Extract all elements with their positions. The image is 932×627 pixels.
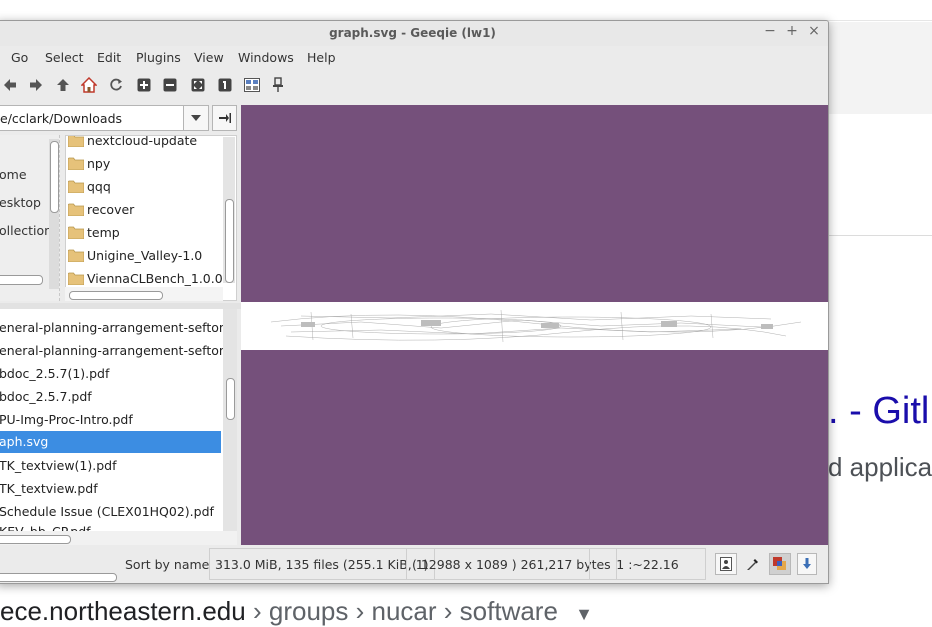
- file-item[interactable]: bdoc_2.5.7(1).pdf: [0, 363, 221, 385]
- folder-item[interactable]: nextcloud-update: [68, 135, 198, 150]
- menu-windows[interactable]: Windows: [238, 50, 294, 65]
- folder-item[interactable]: npy: [68, 153, 110, 173]
- url-menu-caret-icon[interactable]: ▼: [575, 604, 593, 624]
- file-item[interactable]: bdoc_2.5.7.pdf: [0, 386, 221, 408]
- title-bar[interactable]: graph.svg - Geeqie (lw1) − + ×: [0, 21, 828, 46]
- folder-item[interactable]: recover: [68, 199, 134, 219]
- folder-item[interactable]: Unigine_Valley-1.0: [68, 245, 202, 265]
- maximize-icon[interactable]: +: [783, 23, 801, 39]
- zoom-in-icon[interactable]: [135, 76, 153, 94]
- folder-name: recover: [87, 201, 135, 217]
- close-icon[interactable]: ×: [805, 23, 823, 39]
- path-combo[interactable]: e/cclark/Downloads: [0, 105, 209, 131]
- background-divider: [826, 20, 932, 21]
- folder-item[interactable]: qqq: [68, 176, 111, 196]
- folder-name: ViennaCLBench_1.0.0: [87, 270, 223, 286]
- zoom-1to1-icon[interactable]: [216, 76, 234, 94]
- sort-button[interactable]: Sort by name: [125, 548, 209, 580]
- folder-icon: [68, 136, 84, 147]
- download-icon[interactable]: [797, 553, 817, 575]
- file-item[interactable]: KEV_bb_CP.pdf: [0, 521, 221, 531]
- folder-name: qqq: [87, 178, 111, 194]
- folder-scroll-thumb[interactable]: [225, 199, 234, 283]
- toolbar: [0, 70, 828, 100]
- folder-icon: [68, 249, 84, 262]
- bookmarks-pane: ome esktop ollections: [0, 135, 60, 301]
- file-list: eneral-planning-arrangement-sefton-to-c …: [0, 309, 224, 531]
- exif-rotate-icon[interactable]: [715, 553, 737, 575]
- folder-hscroll-thumb[interactable]: [69, 291, 163, 300]
- status-totals: 313.0 MiB, 135 files (255.1 KiB, 1): [209, 548, 435, 580]
- goto-path-button[interactable]: [212, 105, 237, 131]
- folder-icon: [68, 180, 84, 193]
- refresh-icon[interactable]: [107, 76, 125, 94]
- status-image-info: ( 12988 x 1089 ) 261,217 bytes: [406, 548, 617, 580]
- thumbnail-size-slider[interactable]: [0, 573, 117, 582]
- minimize-icon[interactable]: −: [761, 23, 779, 39]
- background-divider: [826, 235, 932, 236]
- status-bar: Sort by name 313.0 MiB, 135 files (255.1…: [0, 545, 828, 583]
- home-icon[interactable]: [80, 76, 98, 94]
- zoom-out-icon[interactable]: [161, 76, 179, 94]
- folder-item[interactable]: temp: [68, 222, 120, 242]
- file-scrollbar[interactable]: [223, 309, 237, 531]
- up-icon[interactable]: [54, 76, 72, 94]
- search-result-url[interactable]: ece.northeastern.edu › groups › nucar › …: [0, 596, 593, 627]
- thumbnails-icon[interactable]: [243, 76, 261, 94]
- folder-icon: [68, 272, 84, 285]
- file-item[interactable]: TK_textview.pdf: [0, 478, 221, 500]
- file-item[interactable]: PU-Img-Proc-Intro.pdf: [0, 409, 221, 431]
- zoom-fit-icon[interactable]: [189, 76, 207, 94]
- folder-icon: [68, 157, 84, 170]
- back-icon[interactable]: [1, 76, 19, 94]
- bookmarks-hscroll-thumb[interactable]: [0, 275, 43, 285]
- geeqie-window: graph.svg - Geeqie (lw1) − + × Go Select…: [0, 20, 829, 584]
- color-picker-icon[interactable]: [742, 553, 764, 575]
- file-item[interactable]: TK_textview(1).pdf: [0, 455, 221, 477]
- file-hscroll-thumb[interactable]: [0, 535, 71, 544]
- menu-view[interactable]: View: [194, 50, 224, 65]
- search-result-title[interactable]: . - Gitl: [828, 390, 929, 433]
- file-item[interactable]: Schedule Issue (CLEX01HQ02).pdf: [0, 501, 221, 523]
- background-card: [826, 22, 932, 114]
- file-item-selected[interactable]: aph.svg: [0, 431, 221, 453]
- menu-bar: Go Select Edit Plugins View Windows Help: [0, 46, 828, 70]
- pin-icon[interactable]: [269, 76, 287, 94]
- folder-name: temp: [87, 224, 120, 240]
- bookmark-desktop[interactable]: esktop: [0, 195, 41, 210]
- left-pane: e/cclark/Downloads ome esktop ollections…: [0, 103, 241, 545]
- folder-icon: [68, 203, 84, 216]
- menu-plugins[interactable]: Plugins: [136, 50, 181, 65]
- menu-select[interactable]: Select: [45, 50, 84, 65]
- file-scroll-thumb[interactable]: [226, 378, 235, 420]
- bookmark-home[interactable]: ome: [0, 167, 27, 182]
- folder-item[interactable]: ViennaCLBench_1.0.0: [68, 268, 223, 288]
- color-management-icon[interactable]: [769, 553, 791, 575]
- file-item[interactable]: eneral-planning-arrangement-sefton-to-c: [0, 340, 223, 362]
- graph-preview: [270, 309, 802, 343]
- menu-edit[interactable]: Edit: [97, 50, 121, 65]
- status-zoom: 1 :~22.16: [589, 548, 706, 580]
- folder-icon: [68, 226, 84, 239]
- folder-name: npy: [87, 155, 111, 171]
- folder-name: Unigine_Valley-1.0: [87, 247, 203, 263]
- image-viewer[interactable]: [241, 105, 828, 545]
- path-input[interactable]: e/cclark/Downloads: [0, 111, 122, 126]
- chevron-down-icon[interactable]: [183, 105, 209, 131]
- bookmarks-scroll-thumb[interactable]: [50, 141, 59, 213]
- file-item[interactable]: eneral-planning-arrangement-sefton-to-c: [0, 317, 223, 339]
- folder-list: nextcloud-update npy qqq recover temp Un…: [65, 135, 237, 301]
- menu-go[interactable]: Go: [11, 50, 28, 65]
- search-result-snippet: d applica: [828, 452, 932, 482]
- forward-icon[interactable]: [27, 76, 45, 94]
- folder-name: nextcloud-update: [87, 135, 198, 148]
- displayed-image: [241, 302, 828, 350]
- window-title: graph.svg - Geeqie (lw1): [329, 26, 496, 40]
- menu-help[interactable]: Help: [307, 50, 336, 65]
